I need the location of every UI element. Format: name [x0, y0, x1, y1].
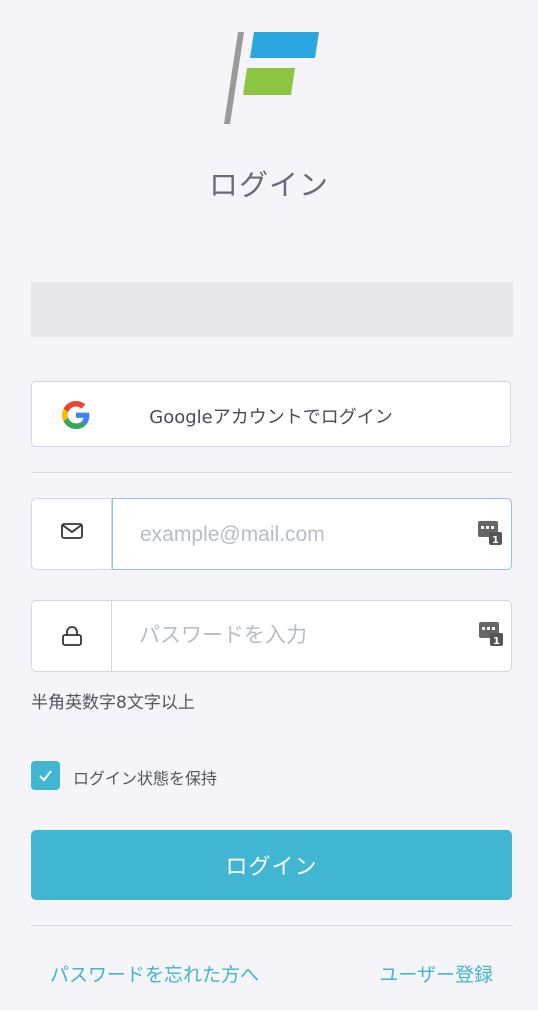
email-input[interactable]: [140, 519, 470, 551]
divider: [31, 925, 513, 926]
login-button[interactable]: ログイン: [31, 830, 512, 900]
google-login-label: Googleアカウントでログイン: [149, 407, 393, 428]
email-input-cell: 1: [112, 498, 512, 570]
logo-bottom-flag: [243, 68, 295, 95]
password-input-cell: 1: [112, 600, 512, 672]
password-field-group: 1: [31, 600, 512, 672]
remember-checkbox[interactable]: [31, 761, 60, 790]
remember-label[interactable]: ログイン状態を保持: [73, 765, 217, 789]
email-field-group: 1: [31, 498, 512, 570]
app-logo: [224, 32, 319, 124]
password-input[interactable]: [139, 620, 469, 652]
forgot-password-link[interactable]: パスワードを忘れた方へ: [50, 960, 259, 987]
logo-bar: [224, 32, 244, 124]
password-manager-icon[interactable]: 1: [477, 520, 503, 546]
lock-icon: [62, 626, 82, 646]
divider: [31, 472, 513, 473]
svg-text:1: 1: [492, 535, 499, 546]
page-title: ログイン: [208, 168, 329, 202]
banner-placeholder: [31, 282, 513, 337]
google-login-button[interactable]: Googleアカウントでログイン: [31, 381, 511, 447]
logo-top-flag: [250, 32, 319, 58]
password-manager-icon[interactable]: 1: [478, 621, 504, 647]
password-hint: 半角英数字8文字以上: [31, 693, 195, 713]
envelope-icon: [61, 523, 83, 539]
svg-text:1: 1: [493, 636, 500, 647]
check-icon: [39, 770, 52, 782]
password-icon-cell: [32, 601, 112, 671]
register-link[interactable]: ユーザー登録: [379, 960, 493, 987]
email-icon-cell: [32, 499, 112, 569]
